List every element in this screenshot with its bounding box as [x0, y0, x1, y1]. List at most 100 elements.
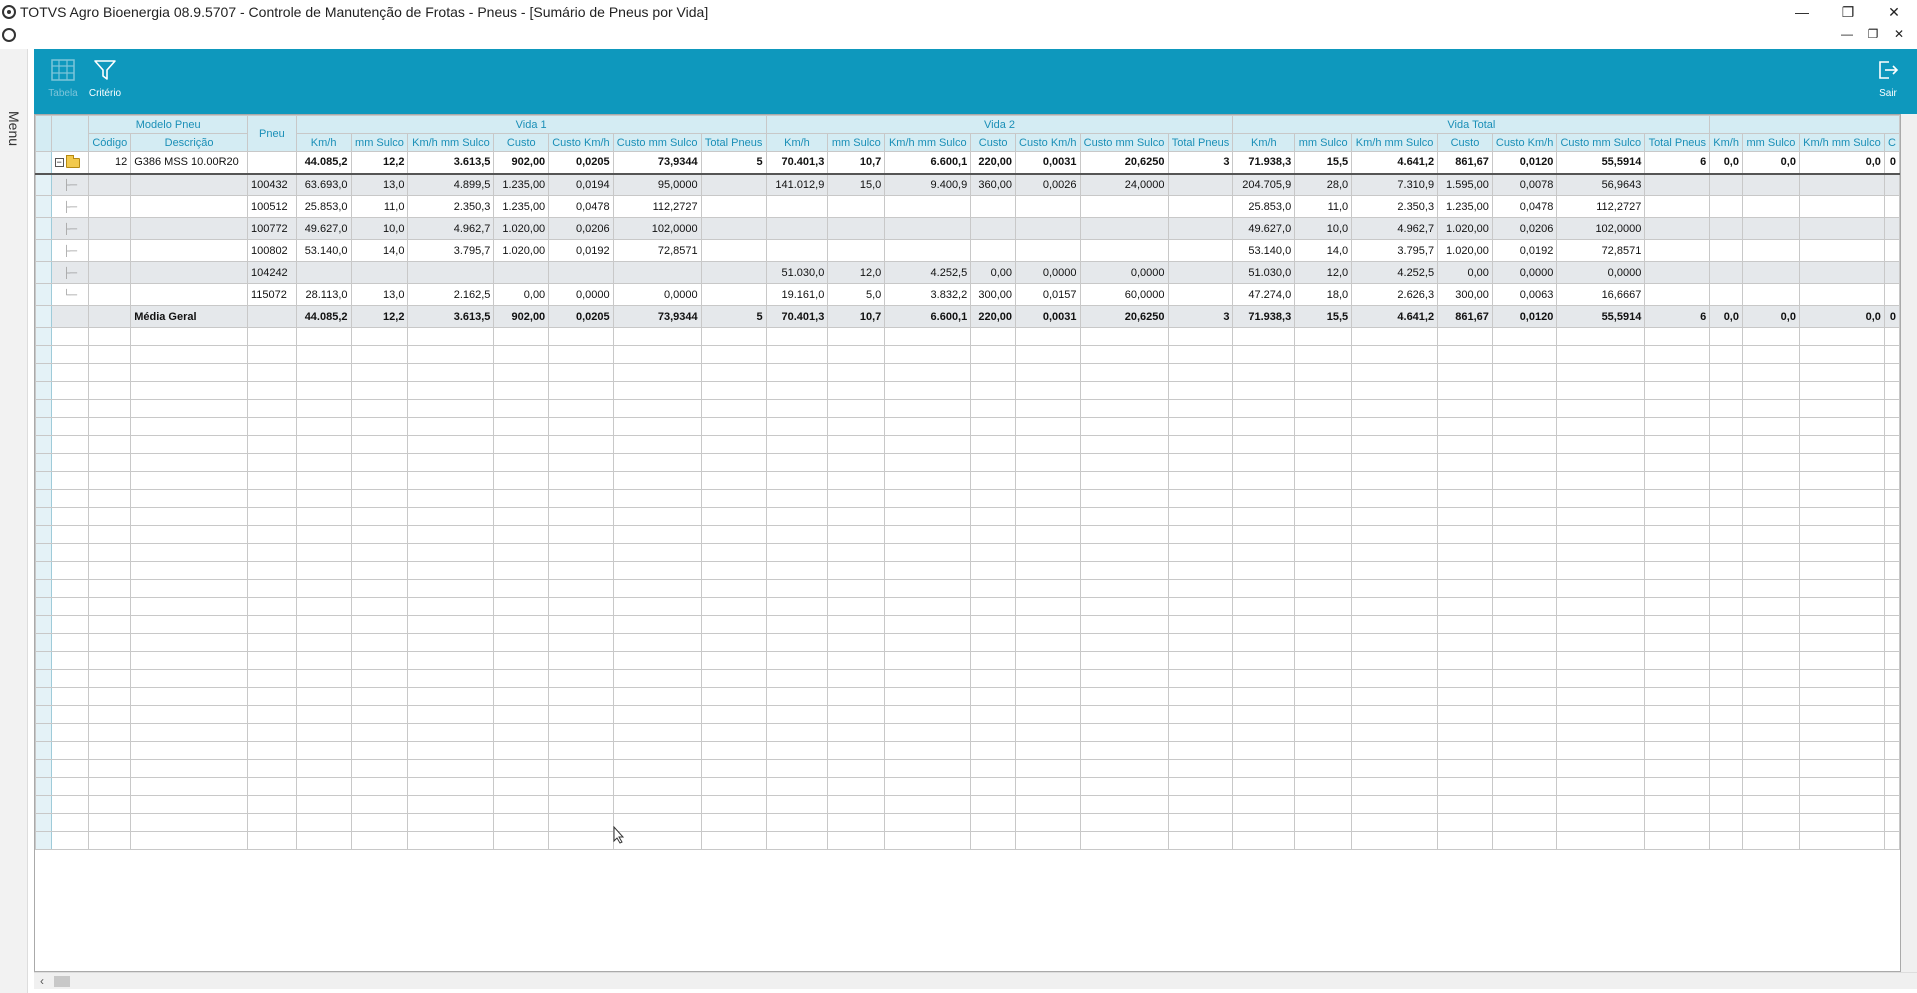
empty-cell[interactable] — [407, 327, 495, 346]
empty-cell[interactable] — [130, 795, 248, 814]
side-menu-label[interactable]: Menu — [6, 111, 22, 171]
empty-cell[interactable] — [1741, 543, 1800, 562]
empty-cell[interactable] — [548, 561, 614, 580]
cell-v1-custo-kmh[interactable]: 0,0205 — [548, 151, 614, 175]
empty-cell[interactable] — [765, 741, 829, 760]
cell-v1-mm-sulco[interactable]: 13,0 — [350, 173, 409, 196]
empty-cell[interactable] — [295, 525, 352, 544]
cell-vt-custo-kmh[interactable]: 0,0478 — [1491, 195, 1558, 218]
empty-cell[interactable] — [407, 435, 495, 454]
empty-cell[interactable] — [1491, 597, 1558, 616]
empty-cell[interactable] — [1883, 471, 1900, 490]
empty-cell[interactable] — [1883, 327, 1900, 346]
empty-cell[interactable] — [1294, 687, 1353, 706]
empty-row[interactable] — [35, 471, 1900, 490]
empty-cell[interactable] — [1491, 651, 1558, 670]
empty-cell[interactable] — [700, 597, 767, 616]
row-indicator[interactable] — [35, 239, 52, 262]
empty-cell[interactable] — [970, 723, 1017, 742]
cell-v1-kmh[interactable] — [295, 261, 352, 284]
cell-v1-custo-mm-sulco[interactable]: 72,8571 — [612, 239, 702, 262]
empty-cell[interactable] — [407, 507, 495, 526]
empty-cell[interactable] — [88, 525, 132, 544]
row-indicator[interactable] — [35, 525, 52, 544]
empty-cell[interactable] — [1798, 399, 1885, 418]
empty-cell[interactable] — [350, 777, 409, 796]
empty-cell[interactable] — [700, 507, 767, 526]
empty-cell[interactable] — [1491, 471, 1558, 490]
empty-cell[interactable] — [50, 525, 90, 544]
empty-cell[interactable] — [612, 741, 702, 760]
empty-cell[interactable] — [1883, 525, 1900, 544]
empty-cell[interactable] — [700, 795, 767, 814]
empty-cell[interactable] — [1644, 543, 1711, 562]
cell-v2-mm-sulco[interactable] — [827, 217, 886, 240]
empty-cell[interactable] — [827, 507, 886, 526]
col-header-vt-custo-mm-sulco[interactable]: Custo mm Sulco — [1556, 133, 1646, 152]
empty-cell[interactable] — [246, 381, 297, 400]
empty-cell[interactable] — [884, 777, 972, 796]
empty-cell[interactable] — [350, 579, 409, 598]
cell-total-v1-custo[interactable]: 902,00 — [493, 305, 550, 328]
empty-cell[interactable] — [1079, 633, 1169, 652]
empty-cell[interactable] — [1351, 543, 1439, 562]
empty-row[interactable] — [35, 759, 1900, 778]
empty-cell[interactable] — [350, 597, 409, 616]
empty-cell[interactable] — [1741, 435, 1800, 454]
empty-cell[interactable] — [1351, 651, 1439, 670]
cell-v1-kmh-mm-sulco[interactable]: 3.613,5 — [407, 151, 495, 175]
empty-cell[interactable] — [1294, 759, 1353, 778]
collapse-icon[interactable]: − — [54, 158, 64, 168]
cell-total-vt-kmh-mm-sulco[interactable]: 4.641,2 — [1351, 305, 1439, 328]
empty-cell[interactable] — [1556, 525, 1646, 544]
close-button[interactable]: ✕ — [1871, 0, 1917, 24]
cell-v2-kmh-mm-sulco[interactable]: 6.600,1 — [884, 151, 972, 175]
empty-cell[interactable] — [1437, 687, 1493, 706]
empty-cell[interactable] — [246, 525, 297, 544]
empty-cell[interactable] — [50, 723, 90, 742]
empty-cell[interactable] — [1556, 777, 1646, 796]
empty-cell[interactable] — [295, 705, 352, 724]
empty-cell[interactable] — [970, 507, 1017, 526]
empty-cell[interactable] — [1437, 615, 1493, 634]
empty-cell[interactable] — [827, 813, 886, 832]
empty-cell[interactable] — [295, 435, 352, 454]
cell-total-extra-c[interactable]: 0 — [1883, 305, 1900, 328]
empty-cell[interactable] — [1079, 579, 1169, 598]
empty-cell[interactable] — [295, 759, 352, 778]
empty-cell[interactable] — [1294, 489, 1353, 508]
cell-v2-kmh-mm-sulco[interactable] — [884, 239, 972, 262]
empty-cell[interactable] — [827, 669, 886, 688]
empty-cell[interactable] — [493, 399, 550, 418]
empty-cell[interactable] — [1741, 813, 1800, 832]
empty-cell[interactable] — [493, 705, 550, 724]
cell-vt-custo-mm-sulco[interactable]: 16,6667 — [1556, 283, 1646, 306]
empty-cell[interactable] — [1079, 651, 1169, 670]
col-header-extra-kmh[interactable]: Km/h — [1709, 133, 1743, 152]
empty-cell[interactable] — [407, 723, 495, 742]
empty-cell[interactable] — [1644, 795, 1711, 814]
empty-cell[interactable] — [1644, 705, 1711, 724]
empty-cell[interactable] — [1491, 417, 1558, 436]
empty-cell[interactable] — [493, 417, 550, 436]
empty-cell[interactable] — [493, 507, 550, 526]
empty-cell[interactable] — [1079, 795, 1169, 814]
horizontal-scrollbar[interactable]: ‹ — [34, 972, 1917, 989]
empty-cell[interactable] — [1709, 363, 1743, 382]
cell-v1-total-pneus[interactable] — [700, 283, 767, 306]
empty-row[interactable] — [35, 795, 1900, 814]
empty-cell[interactable] — [350, 651, 409, 670]
row-indicator[interactable] — [35, 173, 52, 196]
cell-v1-custo-kmh[interactable]: 0,0000 — [548, 283, 614, 306]
empty-cell[interactable] — [295, 363, 352, 382]
cell-extra[interactable] — [1798, 173, 1885, 196]
cell-vt-total-pneus[interactable] — [1644, 239, 1711, 262]
empty-cell[interactable] — [1351, 777, 1439, 796]
empty-cell[interactable] — [1167, 345, 1234, 364]
row-indicator[interactable] — [35, 579, 52, 598]
empty-cell[interactable] — [1079, 597, 1169, 616]
empty-cell[interactable] — [1644, 759, 1711, 778]
cell-vt-kmh-mm-sulco[interactable]: 4.962,7 — [1351, 217, 1439, 240]
empty-cell[interactable] — [246, 399, 297, 418]
empty-cell[interactable] — [1079, 561, 1169, 580]
